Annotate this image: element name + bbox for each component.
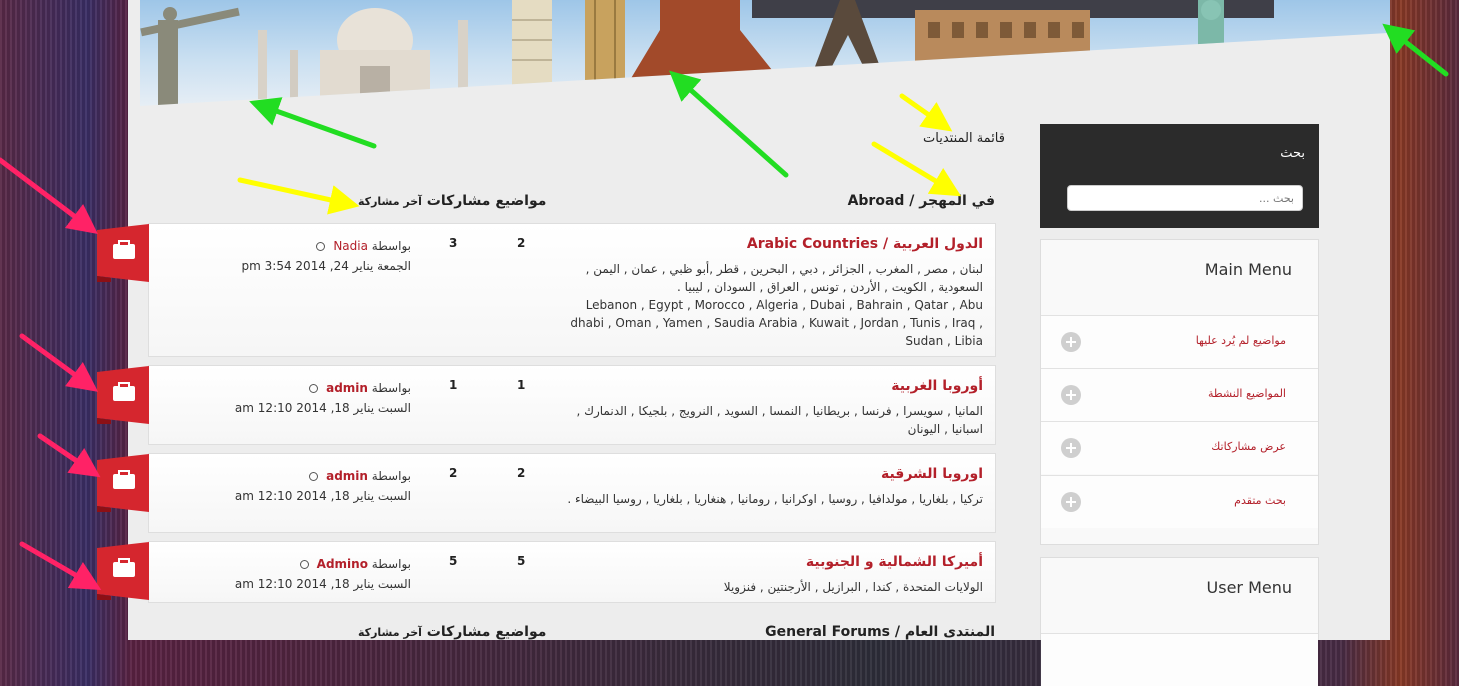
column-topics-posts: مواضيع مشاركات [426, 624, 547, 640]
view-latest-post-icon[interactable] [316, 242, 326, 251]
menu-item-label[interactable]: عرض مشاركاتك [1211, 440, 1286, 453]
last-post-date: السبت يناير 18, 2014 12:10 am [234, 577, 411, 591]
column-last-post: آخر مشاركة [358, 626, 422, 639]
topics-count: 1 [517, 378, 526, 392]
forum-description: الولايات المتحدة , كندا , البرازيل , الأ… [723, 580, 983, 594]
forum-title-link[interactable]: أميركا الشمالية و الجنوبية [806, 554, 983, 570]
last-post-date: السبت يناير 18, 2014 12:10 am [234, 401, 411, 415]
forum-description: تركيا , بلغاريا , مولدافيا , روسيا , اوك… [567, 492, 983, 506]
topics-count: 2 [517, 466, 526, 480]
category-title[interactable]: في المهجر / Abroad [848, 193, 995, 209]
page-title[interactable]: قائمة المنتديات [923, 131, 1005, 146]
column-last-post: آخر مشاركة [358, 195, 422, 208]
last-post-author-link[interactable]: Admino [317, 557, 368, 571]
posts-count: 5 [449, 554, 458, 568]
green-arrow [1382, 23, 1449, 77]
column-headers-general: مواضيع مشاركات آخر مشاركة [358, 624, 546, 640]
user-menu-title: User Menu [1206, 578, 1292, 597]
main-menu-title: Main Menu [1204, 260, 1292, 279]
plus-icon [1061, 385, 1081, 405]
last-post-date: الجمعة يناير 24, 2014 3:54 pm [241, 259, 412, 273]
menu-item-label[interactable]: بحث متقدم [1234, 494, 1286, 507]
last-post-author-link[interactable]: admin [326, 469, 368, 483]
posts-count: 1 [449, 378, 458, 392]
last-post-by: بواسطة [371, 381, 411, 395]
menu-item-label[interactable]: مواضيع لم يُرد عليها [1196, 334, 1286, 347]
view-latest-post-icon[interactable] [299, 560, 309, 569]
last-post: بواسطة admin السبت يناير 18, 2014 12:10 … [235, 466, 411, 506]
forum-row: أميركا الشمالية و الجنوبية الولايات المت… [97, 541, 996, 603]
pink-arrow [19, 541, 102, 591]
view-latest-post-icon[interactable] [309, 472, 319, 481]
plus-icon [1061, 438, 1081, 458]
forum-folder-icon [97, 366, 149, 424]
forum-description-ar: لبنان , مصر , المغرب , الجزائر , دبي , ا… [585, 262, 983, 294]
main-menu: Main Menu مواضيع لم يُرد عليها المواضيع … [1040, 239, 1319, 545]
view-latest-post-icon[interactable] [309, 384, 319, 393]
last-post: بواسطة Nadia الجمعة يناير 24, 2014 3:54 … [242, 236, 412, 276]
last-post-author-link[interactable]: admin [326, 381, 368, 395]
forum-description: لبنان , مصر , المغرب , الجزائر , دبي , ا… [551, 260, 983, 350]
topics-count: 2 [517, 236, 526, 250]
forum-folder-icon [97, 224, 149, 282]
search-input[interactable] [1067, 185, 1303, 211]
last-post-date: السبت يناير 18, 2014 12:10 am [234, 489, 411, 503]
search-title: بحث [1280, 146, 1305, 161]
pink-arrow [19, 333, 99, 392]
forum-folder-icon [97, 454, 149, 512]
forum-folder-icon [97, 542, 149, 600]
menu-item-your-posts[interactable]: عرض مشاركاتك [1041, 421, 1318, 474]
column-topics-posts: مواضيع مشاركات [426, 193, 547, 209]
menu-item-advanced-search[interactable]: بحث متقدم [1041, 475, 1318, 528]
forum-description-en: Lebanon , Egypt , Morocco , Algeria , Du… [570, 298, 983, 348]
forum-title-link[interactable]: الدول العربية / Arabic Countries [747, 236, 983, 252]
sidebar-search-box: بحث [1040, 124, 1319, 228]
user-menu: User Menu [1040, 557, 1319, 686]
last-post-by: بواسطة [371, 239, 411, 253]
forum-row: اوروبا الشرقية تركيا , بلغاريا , مولدافي… [97, 453, 996, 533]
menu-item-label[interactable]: المواضيع النشطة [1208, 387, 1286, 400]
topics-count: 5 [517, 554, 526, 568]
last-post-author-link[interactable]: Nadia [333, 239, 368, 253]
plus-icon [1061, 492, 1081, 512]
last-post: بواسطة Admino السبت يناير 18, 2014 12:10… [235, 554, 411, 594]
posts-count: 2 [449, 466, 458, 480]
forum-title-link[interactable]: أوروبا الغربية [891, 378, 983, 394]
last-post: بواسطة admin السبت يناير 18, 2014 12:10 … [235, 378, 411, 418]
forum-row: الدول العربية / Arabic Countries لبنان ,… [97, 223, 996, 357]
plus-icon [1061, 332, 1081, 352]
forum-title-link[interactable]: اوروبا الشرقية [881, 466, 983, 482]
forum-description: المانيا , سويسرا , فرنسا , بريطانيا , ال… [576, 404, 983, 436]
menu-item-unanswered[interactable]: مواضيع لم يُرد عليها [1041, 315, 1318, 368]
pink-arrow [0, 157, 98, 235]
last-post-by: بواسطة [371, 557, 411, 571]
last-post-by: بواسطة [371, 469, 411, 483]
column-headers: مواضيع مشاركات آخر مشاركة [358, 193, 546, 209]
category-title-general[interactable]: المنتدى العام / General Forums [765, 624, 995, 640]
menu-item-active-topics[interactable]: المواضيع النشطة [1041, 368, 1318, 421]
posts-count: 3 [449, 236, 458, 250]
menu-item[interactable] [1041, 633, 1318, 686]
pink-arrow [37, 433, 101, 478]
forum-row: أوروبا الغربية المانيا , سويسرا , فرنسا … [97, 365, 996, 445]
